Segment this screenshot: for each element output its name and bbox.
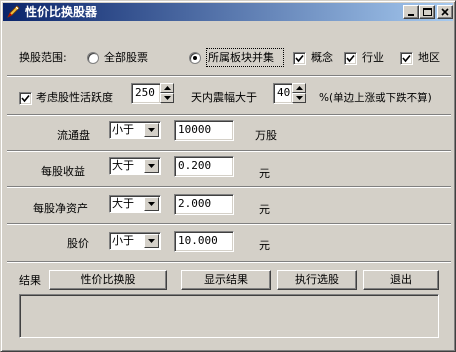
condition-unit: 元 xyxy=(259,239,270,252)
checkmark-icon xyxy=(295,54,304,63)
maximize-button[interactable] xyxy=(419,5,435,19)
operator-select[interactable]: 小于 xyxy=(109,121,161,139)
range-label: 换股范围: xyxy=(19,51,67,64)
region-label[interactable]: 地区 xyxy=(418,51,440,65)
amplitude-input[interactable]: 40 xyxy=(273,83,293,104)
dropdown-button[interactable] xyxy=(144,234,159,248)
industry-checkbox[interactable] xyxy=(344,52,357,65)
concept-label[interactable]: 概念 xyxy=(311,51,333,65)
spin-up-button[interactable] xyxy=(160,83,174,93)
amplitude-text: 天内震幅大于 xyxy=(191,91,257,104)
condition-value-input[interactable]: 10000 xyxy=(174,120,234,141)
arrow-up-icon xyxy=(296,86,303,90)
condition-label: 股价 xyxy=(67,237,89,250)
value-swap-button[interactable]: 性价比换股 xyxy=(49,270,167,290)
condition-label: 每股净资产 xyxy=(33,202,88,215)
condition-value-input[interactable]: 10.000 xyxy=(174,231,234,252)
radio-sector-union[interactable] xyxy=(189,52,201,64)
divider xyxy=(7,186,451,188)
divider xyxy=(7,150,451,152)
concept-checkbox[interactable] xyxy=(293,52,306,65)
operator-select[interactable]: 大于 xyxy=(109,157,161,175)
divider xyxy=(7,223,451,225)
days-input[interactable]: 250 xyxy=(131,83,161,104)
chevron-down-icon xyxy=(148,164,155,168)
checkmark-icon xyxy=(402,54,411,63)
condition-unit: 元 xyxy=(259,203,270,216)
radio-all-stocks[interactable] xyxy=(87,52,99,64)
arrow-down-icon xyxy=(164,96,171,100)
activity-checkbox[interactable] xyxy=(19,92,32,105)
result-label: 结果 xyxy=(19,274,41,287)
days-spinner[interactable] xyxy=(160,83,174,104)
operator-select[interactable]: 小于 xyxy=(109,232,161,250)
app-window: 性价比换股器 换股范围: 全部股票 所属板块并集 概念 行业 地区 考虑股性活跃… xyxy=(0,0,456,352)
minimize-icon xyxy=(408,14,414,16)
result-panel xyxy=(19,294,439,338)
chevron-down-icon xyxy=(148,202,155,206)
exit-button[interactable]: 退出 xyxy=(363,270,439,290)
pencil-icon xyxy=(5,4,21,20)
dropdown-button[interactable] xyxy=(144,159,159,173)
condition-value-input[interactable]: 2.000 xyxy=(174,194,234,215)
spin-up-button[interactable] xyxy=(292,83,306,93)
condition-value-input[interactable]: 0.200 xyxy=(174,156,234,177)
condition-label: 每股收益 xyxy=(41,165,85,178)
region-checkbox[interactable] xyxy=(400,52,413,65)
amplitude-spinner[interactable] xyxy=(292,83,306,104)
checkmark-icon xyxy=(21,94,30,103)
chevron-down-icon xyxy=(148,128,155,132)
amplitude-suffix: %(单边上涨或下跌不算) xyxy=(319,92,432,104)
condition-label: 流通盘 xyxy=(57,129,90,142)
spin-down-button[interactable] xyxy=(160,93,174,103)
spin-down-button[interactable] xyxy=(292,93,306,103)
run-selection-button[interactable]: 执行选股 xyxy=(277,270,357,290)
close-button[interactable] xyxy=(437,5,453,19)
radio-sector-union-label[interactable]: 所属板块并集 xyxy=(208,51,274,65)
divider xyxy=(7,114,451,116)
operator-select[interactable]: 大于 xyxy=(109,195,161,213)
window-title: 性价比换股器 xyxy=(25,5,98,19)
close-icon xyxy=(441,8,449,16)
dropdown-button[interactable] xyxy=(144,197,159,211)
title-bar[interactable]: 性价比换股器 xyxy=(3,3,453,21)
checkmark-icon xyxy=(346,54,355,63)
divider xyxy=(7,261,451,263)
chevron-down-icon xyxy=(148,239,155,243)
minimize-button[interactable] xyxy=(403,5,419,19)
industry-label[interactable]: 行业 xyxy=(362,51,384,65)
divider xyxy=(7,75,451,77)
arrow-down-icon xyxy=(296,96,303,100)
condition-unit: 万股 xyxy=(255,129,277,142)
maximize-icon xyxy=(423,8,432,16)
activity-label[interactable]: 考虑股性活跃度 xyxy=(36,91,113,105)
condition-unit: 元 xyxy=(259,167,270,180)
arrow-up-icon xyxy=(164,86,171,90)
radio-all-stocks-label[interactable]: 全部股票 xyxy=(104,51,148,65)
dropdown-button[interactable] xyxy=(144,123,159,137)
show-results-button[interactable]: 显示结果 xyxy=(181,270,271,290)
